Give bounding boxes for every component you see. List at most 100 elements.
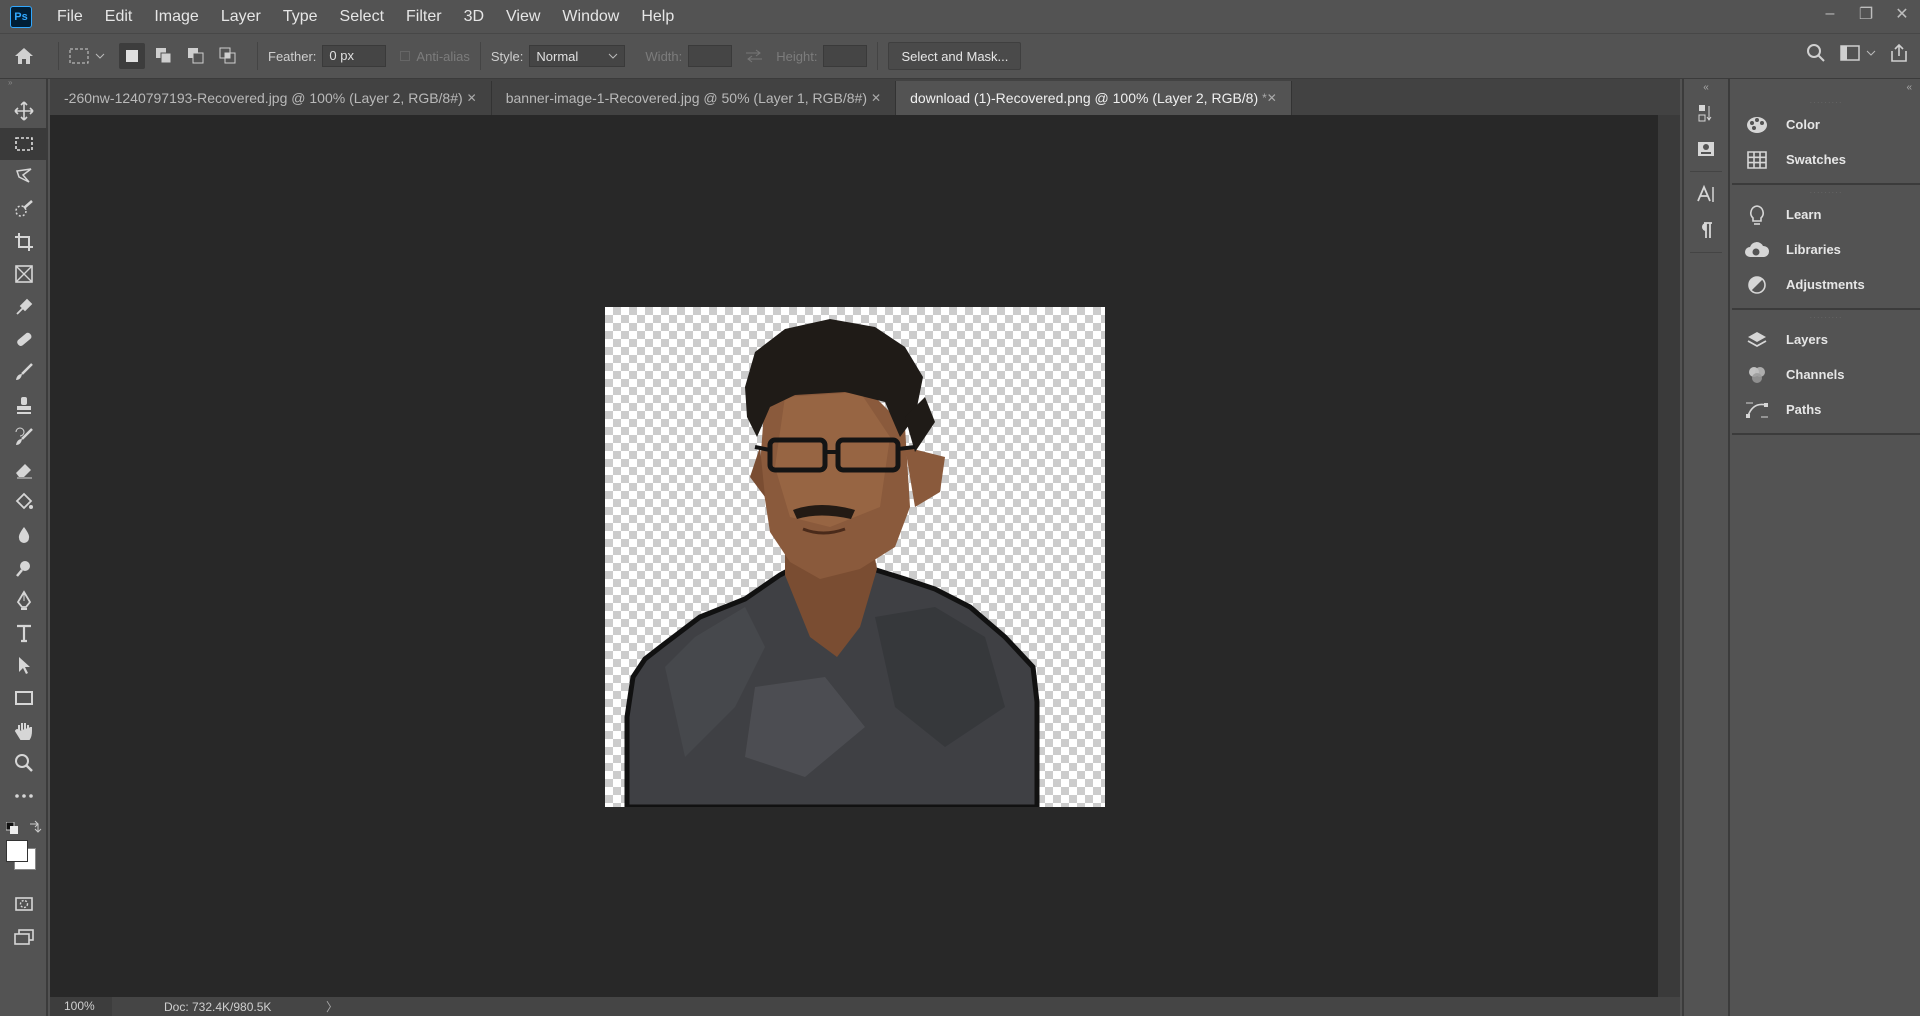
- foreground-color-swatch[interactable]: [6, 840, 28, 863]
- portrait-image: [624, 319, 1040, 807]
- subtract-from-selection-button[interactable]: [183, 43, 209, 69]
- history-panel-button[interactable]: [1684, 95, 1728, 131]
- rectangular-marquee-tool[interactable]: [0, 127, 48, 161]
- restore-button[interactable]: ❐: [1848, 0, 1884, 28]
- stamp-icon: [17, 396, 31, 414]
- eyedropper-tool[interactable]: [0, 291, 48, 324]
- width-input[interactable]: [688, 45, 733, 67]
- rectangle-tool[interactable]: [0, 682, 48, 715]
- panel-item-swatches[interactable]: Swatches: [1732, 142, 1920, 177]
- tab-document-3[interactable]: download (1)-Recovered.png @ 100% (Layer…: [896, 81, 1292, 115]
- tab-label: download (1)-Recovered.png @ 100% (Layer…: [910, 90, 1259, 106]
- close-icon[interactable]: ✕: [871, 91, 881, 105]
- style-label: Style:: [490, 48, 524, 64]
- collapse-panels-icon[interactable]: «: [1732, 79, 1920, 95]
- menu-select[interactable]: Select: [329, 0, 395, 33]
- panel-group-color: ········· Color Swatches: [1732, 95, 1920, 185]
- close-window-button[interactable]: ✕: [1884, 0, 1920, 28]
- more-tools-button[interactable]: [0, 779, 48, 812]
- quick-mask-button[interactable]: [0, 888, 48, 921]
- vertical-scrollbar[interactable]: [1658, 115, 1680, 997]
- zoom-level[interactable]: 100%: [50, 997, 112, 1016]
- panel-item-adjustments[interactable]: Adjustments: [1732, 267, 1920, 302]
- menu-3d[interactable]: 3D: [453, 0, 495, 33]
- antialias-checkbox[interactable]: [400, 51, 411, 61]
- swap-width-height-icon[interactable]: [744, 49, 764, 63]
- healing-brush-tool[interactable]: [0, 323, 48, 356]
- document-canvas[interactable]: [605, 307, 1105, 807]
- menu-type[interactable]: Type: [272, 0, 329, 33]
- collapse-toolbar-icon[interactable]: »: [0, 79, 46, 87]
- paint-bucket-tool[interactable]: [0, 486, 48, 519]
- panel-item-layers[interactable]: Layers: [1732, 322, 1920, 357]
- document-tabs: -260nw-1240797193-Recovered.jpg @ 100% (…: [50, 79, 1680, 115]
- zoom-tool[interactable]: [0, 747, 48, 780]
- screen-mode-button[interactable]: [0, 921, 48, 954]
- select-and-mask-button[interactable]: Select and Mask...: [888, 42, 1022, 70]
- type-tool[interactable]: [0, 617, 48, 650]
- home-button[interactable]: [0, 46, 48, 66]
- menu-window[interactable]: Window: [551, 0, 630, 33]
- crop-tool[interactable]: [0, 225, 48, 258]
- color-swatches[interactable]: [0, 840, 46, 888]
- menu-image[interactable]: Image: [143, 0, 209, 33]
- add-selection-icon: [156, 48, 172, 64]
- minimize-button[interactable]: –: [1812, 0, 1848, 28]
- menu-edit[interactable]: Edit: [94, 0, 144, 33]
- menu-filter[interactable]: Filter: [395, 0, 453, 33]
- pen-tool[interactable]: [0, 584, 48, 617]
- canvas-area[interactable]: [50, 115, 1658, 997]
- brush-tool[interactable]: [0, 356, 48, 389]
- panel-grip[interactable]: ·········: [1732, 314, 1920, 322]
- panel-item-channels[interactable]: Channels: [1732, 357, 1920, 392]
- panel-grip[interactable]: ·········: [1732, 99, 1920, 107]
- panel-item-learn[interactable]: Learn: [1732, 197, 1920, 232]
- frame-tool[interactable]: [0, 258, 48, 291]
- add-to-selection-button[interactable]: [151, 43, 177, 69]
- quick-selection-tool[interactable]: [0, 193, 48, 226]
- feather-input[interactable]: 0 px: [322, 45, 387, 67]
- panel-grip[interactable]: ·········: [1732, 189, 1920, 197]
- blur-tool[interactable]: [0, 519, 48, 552]
- new-selection-button[interactable]: [119, 43, 145, 69]
- height-input[interactable]: [823, 45, 868, 67]
- character-panel-button[interactable]: [1684, 176, 1728, 212]
- history-brush-tool[interactable]: [0, 421, 48, 454]
- hand-tool[interactable]: [0, 714, 48, 747]
- paragraph-panel-button[interactable]: [1684, 212, 1728, 248]
- panel-dock: « ········· Color Swatches ········· Lea…: [1732, 79, 1920, 1016]
- tool-preset-picker[interactable]: [69, 48, 105, 64]
- close-icon[interactable]: ✕: [467, 91, 477, 105]
- default-colors-icon[interactable]: [6, 822, 18, 835]
- move-tool[interactable]: [0, 95, 48, 128]
- properties-panel-button[interactable]: [1684, 131, 1728, 167]
- lasso-tool[interactable]: [0, 160, 48, 193]
- swap-colors-icon[interactable]: [28, 820, 42, 834]
- marquee-preset-icon: [69, 48, 89, 64]
- intersect-selection-button[interactable]: [215, 43, 241, 69]
- share-icon[interactable]: [1890, 43, 1908, 63]
- menu-help[interactable]: Help: [630, 0, 685, 33]
- close-icon[interactable]: *✕: [1262, 91, 1277, 105]
- workspace-icon: [1840, 45, 1860, 61]
- path-selection-tool[interactable]: [0, 649, 48, 682]
- menu-file[interactable]: File: [46, 0, 94, 33]
- clone-stamp-tool[interactable]: [0, 388, 48, 421]
- tab-document-1[interactable]: -260nw-1240797193-Recovered.jpg @ 100% (…: [50, 81, 492, 115]
- panel-item-color[interactable]: Color: [1732, 107, 1920, 142]
- panel-item-paths[interactable]: Paths: [1732, 392, 1920, 427]
- menu-view[interactable]: View: [495, 0, 551, 33]
- search-icon[interactable]: [1806, 43, 1826, 63]
- panel-item-libraries[interactable]: Libraries: [1732, 232, 1920, 267]
- adjustments-icon: [1744, 274, 1770, 296]
- tab-document-2[interactable]: banner-image-1-Recovered.jpg @ 50% (Laye…: [492, 81, 897, 115]
- collapse-strip-icon[interactable]: «: [1684, 79, 1728, 95]
- dodge-tool[interactable]: [0, 551, 48, 584]
- menu-layer[interactable]: Layer: [210, 0, 272, 33]
- tools-panel: »: [0, 79, 48, 1016]
- workspace-switcher[interactable]: [1840, 45, 1876, 61]
- eraser-tool[interactable]: [0, 454, 48, 487]
- status-menu-arrow[interactable]: 〉: [326, 998, 338, 1015]
- style-select[interactable]: Normal: [529, 45, 626, 67]
- hand-icon: [14, 722, 32, 740]
